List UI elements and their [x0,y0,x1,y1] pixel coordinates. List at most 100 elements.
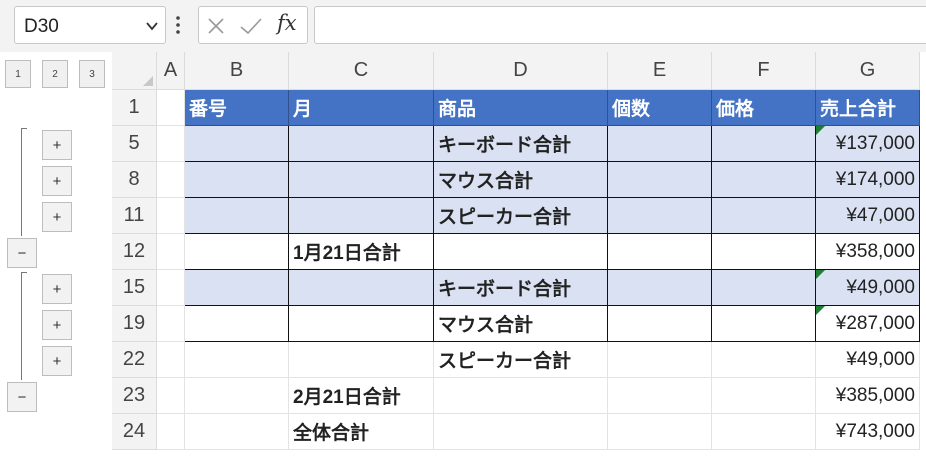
cell-d1[interactable]: 商品 [434,90,608,126]
cell-a11[interactable] [157,198,185,234]
column-header-c[interactable]: C [289,52,434,90]
cell-g11[interactable]: ¥47,000 [816,198,920,234]
expand-group-button[interactable]: + [42,166,72,196]
row-header[interactable]: 8 [112,162,157,198]
cell-e8[interactable] [608,162,712,198]
row-header[interactable]: 12 [112,234,157,270]
cell-f24[interactable] [712,414,816,450]
cell-g19[interactable]: ¥287,000 [816,306,920,342]
column-header-a[interactable]: A [157,52,185,90]
cell-g24[interactable]: ¥743,000 [816,414,920,450]
cell-b23[interactable] [185,378,289,414]
cell-a23[interactable] [157,378,185,414]
cell-c23[interactable]: 2月21日合計 [289,378,434,414]
column-header-g[interactable]: G [816,52,920,90]
cancel-icon[interactable] [206,16,226,36]
cell-d15[interactable]: キーボード合計 [434,270,608,306]
cell-g1[interactable]: 売上合計 [816,90,920,126]
insert-function-button[interactable]: fx [277,11,297,35]
more-options-icon[interactable] [175,14,181,36]
row-header[interactable]: 5 [112,126,157,162]
row-header[interactable]: 23 [112,378,157,414]
cell-d5[interactable]: キーボード合計 [434,126,608,162]
cell-b12[interactable] [185,234,289,270]
cell-b19[interactable] [185,306,289,342]
row-header[interactable]: 11 [112,198,157,234]
expand-group-button[interactable]: + [42,202,72,232]
cell-a22[interactable] [157,342,185,378]
cell-f11[interactable] [712,198,816,234]
cell-e15[interactable] [608,270,712,306]
expand-group-button[interactable]: + [42,130,72,160]
select-all-button[interactable] [112,52,157,90]
cell-a5[interactable] [157,126,185,162]
cell-d12[interactable] [434,234,608,270]
cell-e23[interactable] [608,378,712,414]
cell-g22[interactable]: ¥49,000 [816,342,920,378]
collapse-group-button[interactable]: − [7,382,37,412]
cell-d22[interactable]: スピーカー合計 [434,342,608,378]
cell-e12[interactable] [608,234,712,270]
cell-b24[interactable] [185,414,289,450]
cell-f1[interactable]: 価格 [712,90,816,126]
row-header[interactable]: 1 [112,90,157,126]
column-header-d[interactable]: D [434,52,608,90]
outline-level-3-button[interactable]: 3 [79,60,105,88]
cell-f23[interactable] [712,378,816,414]
cell-a19[interactable] [157,306,185,342]
column-header-b[interactable]: B [185,52,289,90]
row-header[interactable]: 15 [112,270,157,306]
cell-g15[interactable]: ¥49,000 [816,270,920,306]
cell-a1[interactable] [157,90,185,126]
cell-f15[interactable] [712,270,816,306]
chevron-down-icon[interactable] [145,19,159,33]
outline-level-2-button[interactable]: 2 [42,60,68,88]
cell-f8[interactable] [712,162,816,198]
cell-g12[interactable]: ¥358,000 [816,234,920,270]
cell-e1[interactable]: 個数 [608,90,712,126]
cell-c12[interactable]: 1月21日合計 [289,234,434,270]
expand-group-button[interactable]: + [42,310,72,340]
expand-group-button[interactable]: + [42,274,72,304]
row-header[interactable]: 24 [112,414,157,450]
cell-c1[interactable]: 月 [289,90,434,126]
cell-d24[interactable] [434,414,608,450]
cell-f5[interactable] [712,126,816,162]
cell-d8[interactable]: マウス合計 [434,162,608,198]
cell-f19[interactable] [712,306,816,342]
cell-a12[interactable] [157,234,185,270]
cell-a8[interactable] [157,162,185,198]
cell-e22[interactable] [608,342,712,378]
cell-e5[interactable] [608,126,712,162]
cell-c5[interactable] [289,126,434,162]
cell-c19[interactable] [289,306,434,342]
cell-g23[interactable]: ¥385,000 [816,378,920,414]
cell-b8[interactable] [185,162,289,198]
cell-c8[interactable] [289,162,434,198]
cell-b22[interactable] [185,342,289,378]
cell-f22[interactable] [712,342,816,378]
cell-b11[interactable] [185,198,289,234]
formula-input[interactable] [314,6,926,44]
cell-c24[interactable]: 全体合計 [289,414,434,450]
cell-b5[interactable] [185,126,289,162]
cell-c15[interactable] [289,270,434,306]
row-header[interactable]: 22 [112,342,157,378]
cell-b1[interactable]: 番号 [185,90,289,126]
expand-group-button[interactable]: + [42,346,72,376]
cell-c11[interactable] [289,198,434,234]
cell-e19[interactable] [608,306,712,342]
cell-c22[interactable] [289,342,434,378]
cell-a24[interactable] [157,414,185,450]
cell-b15[interactable] [185,270,289,306]
cell-e11[interactable] [608,198,712,234]
cell-d23[interactable] [434,378,608,414]
cell-f12[interactable] [712,234,816,270]
enter-check-icon[interactable] [239,16,263,36]
cell-a15[interactable] [157,270,185,306]
column-header-f[interactable]: F [712,52,816,90]
outline-level-1-button[interactable]: 1 [5,60,31,88]
cell-d11[interactable]: スピーカー合計 [434,198,608,234]
column-header-e[interactable]: E [608,52,712,90]
cell-d19[interactable]: マウス合計 [434,306,608,342]
